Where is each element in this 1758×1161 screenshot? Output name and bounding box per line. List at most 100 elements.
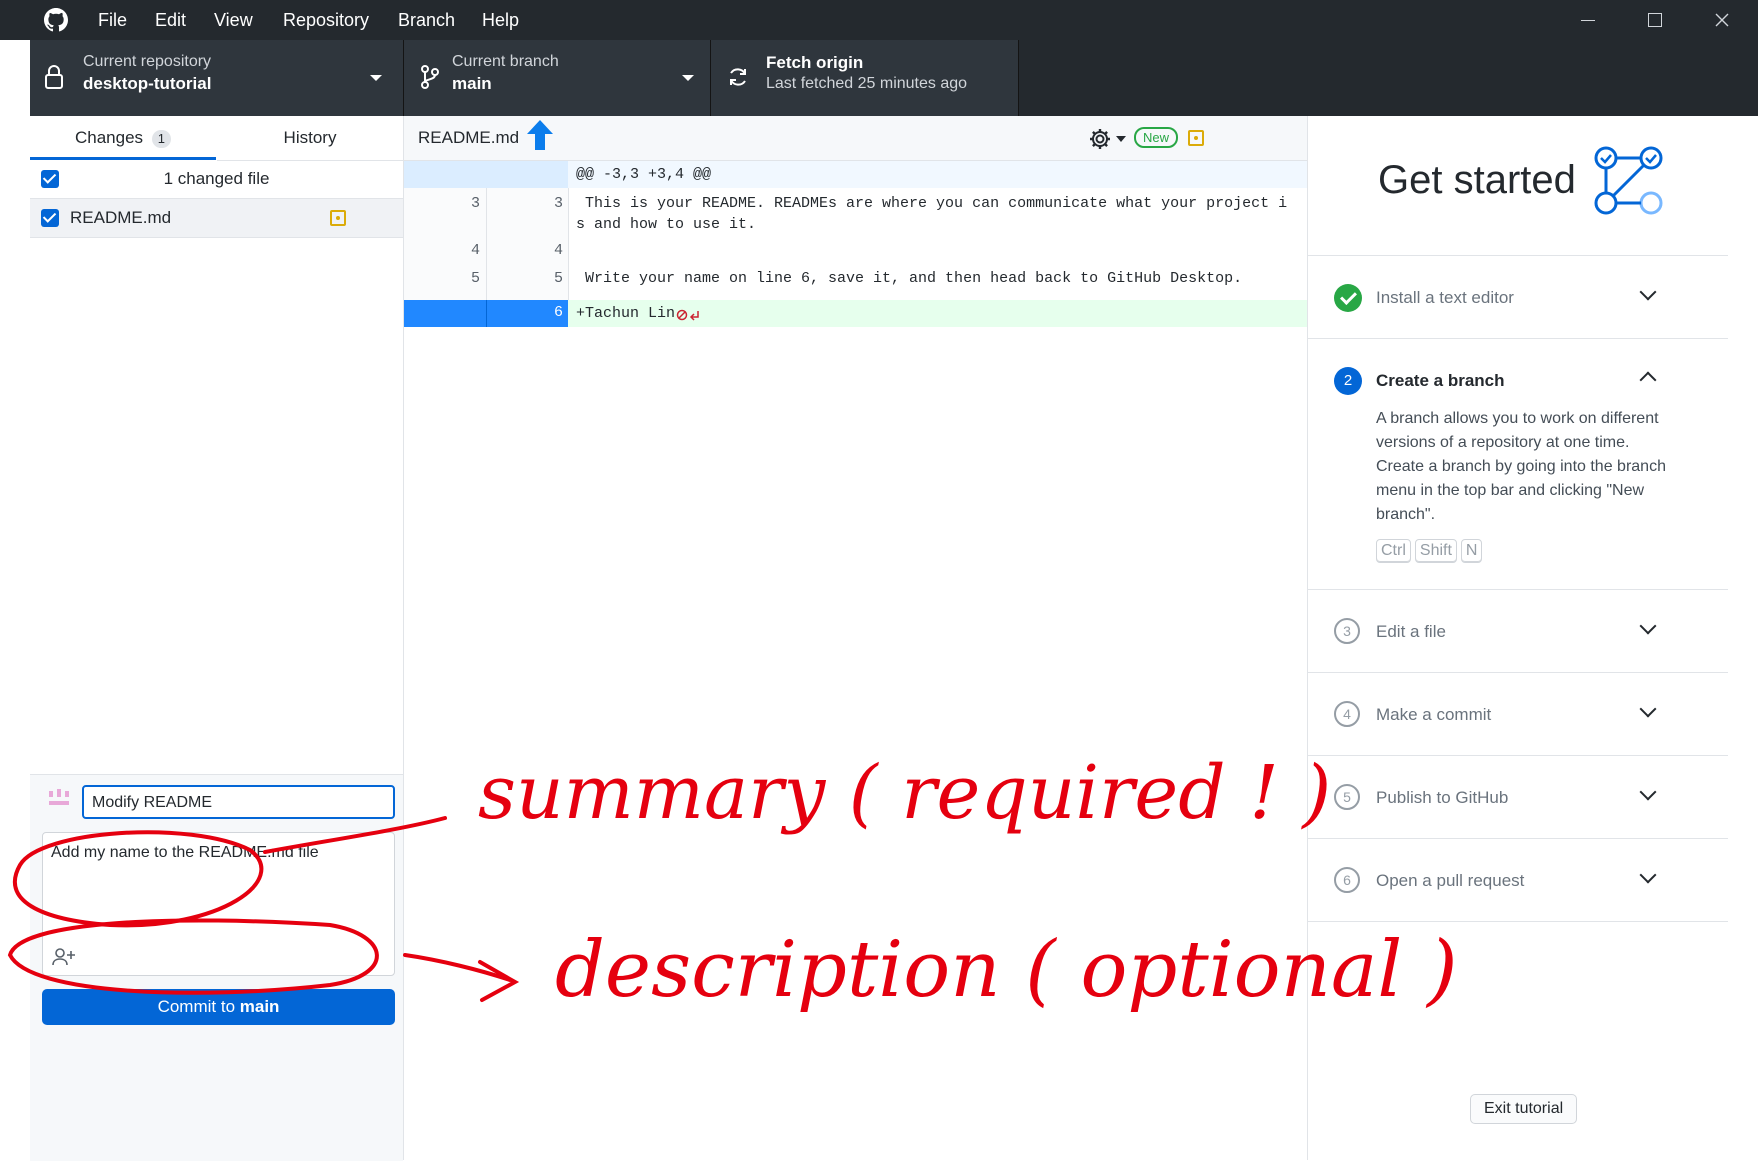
fetch-subtitle: Last fetched 25 minutes ago [766, 75, 968, 92]
modified-icon [330, 210, 346, 226]
chevron-down-icon [1639, 617, 1657, 635]
diff-line: Write your name on line 6, save it, and … [576, 270, 1243, 287]
no-newline-icon [676, 309, 699, 321]
close-button[interactable] [1697, 0, 1747, 40]
kbd-ctrl: Ctrl [1376, 539, 1411, 563]
add-coauthor-icon[interactable] [52, 947, 76, 967]
step-number: 4 [1334, 701, 1360, 727]
step-label: Make a commit [1376, 705, 1492, 724]
kbd-shift: Shift [1414, 539, 1457, 563]
step-label: Install a text editor [1376, 288, 1514, 307]
changes-count-badge: 1 [151, 130, 172, 148]
line-number-old: 3 [470, 195, 480, 212]
tutorial-step-create-branch[interactable]: 2 Create a branch A branch allows you to… [1308, 339, 1728, 590]
tab-changes-label: Changes [74, 128, 144, 147]
summary-input[interactable]: Modify README [82, 785, 395, 819]
dropdown-arrow-icon [370, 75, 382, 81]
step-number: 3 [1334, 618, 1360, 644]
step-number: 5 [1334, 784, 1360, 810]
tutorial-branches-icon [1594, 146, 1663, 215]
step-label: Create a branch [1376, 371, 1505, 390]
line-number-old: 5 [470, 270, 480, 287]
diff-line: This is your README. READMEs are where y… [576, 195, 1288, 212]
minimize-button[interactable] [1563, 0, 1613, 40]
tab-history-label: History [283, 128, 337, 147]
fetch-origin-button[interactable]: Fetch origin Last fetched 25 minutes ago [711, 40, 1019, 116]
commit-button-branch: main [239, 997, 280, 1016]
lock-icon [45, 65, 63, 89]
line-number-new: 3 [553, 195, 563, 212]
commit-button[interactable]: Commit to main [42, 989, 395, 1025]
branch-label: Current branch [452, 53, 559, 70]
hunk-expander[interactable] [404, 161, 568, 188]
step-label: Edit a file [1376, 622, 1446, 641]
branch-icon [421, 65, 439, 89]
tutorial-step-make-commit[interactable]: 4 Make a commit [1308, 673, 1728, 756]
step-label: Open a pull request [1376, 871, 1525, 890]
tutorial-step-install-editor[interactable]: Install a text editor [1308, 256, 1728, 339]
minimize-icon [1581, 19, 1595, 21]
chevron-up-icon [1639, 371, 1657, 389]
tutorial-title: Get started [1378, 158, 1576, 202]
hunk-header: @@ -3,3 +3,4 @@ [576, 166, 712, 183]
maximize-icon [1648, 13, 1662, 27]
chevron-down-icon [1639, 283, 1657, 301]
avatar [44, 785, 74, 815]
diff-added-line: +Tachun Lin [576, 305, 676, 322]
description-value: Add my name to the README.md file [51, 844, 319, 861]
line-number-new: 6 [553, 304, 563, 321]
chevron-down-icon [1639, 866, 1657, 884]
check-circle-icon [1334, 284, 1362, 312]
menu-view[interactable]: View [214, 0, 253, 40]
branch-value: main [452, 74, 492, 93]
menu-edit[interactable]: Edit [155, 0, 186, 40]
menu-help[interactable]: Help [482, 0, 519, 40]
step-number-active: 2 [1334, 367, 1362, 395]
tutorial-step-publish[interactable]: 5 Publish to GitHub [1308, 756, 1728, 839]
modified-icon [1188, 130, 1204, 146]
dropdown-arrow-icon [682, 75, 694, 81]
current-branch-button[interactable]: Current branch main [404, 40, 711, 116]
diff-file-name: README.md [418, 128, 520, 147]
description-annotation: description ( optional ) [555, 925, 1458, 1015]
summary-value: Modify README [92, 794, 213, 811]
step-description: A branch allows you to work on different… [1376, 410, 1666, 523]
file-list-item[interactable]: README.md [30, 199, 403, 238]
line-number-new: 4 [553, 242, 563, 259]
changed-files-header: 1 changed file [30, 160, 403, 199]
gear-icon[interactable] [1088, 127, 1112, 151]
changed-files-count: 1 changed file [163, 169, 270, 188]
file-checkbox[interactable] [41, 209, 59, 227]
github-logo-icon [44, 8, 68, 32]
diff-header: README.md New [404, 116, 1307, 161]
menu-repository[interactable]: Repository [283, 0, 369, 40]
commit-button-prefix: Commit to [157, 997, 240, 1016]
file-name: README.md [70, 208, 172, 227]
diff-line-wrap: s and how to use it. [576, 216, 757, 233]
arrow-up-icon [527, 120, 553, 150]
exit-tutorial-button[interactable]: Exit tutorial [1470, 1094, 1578, 1124]
chevron-down-icon [1639, 700, 1657, 718]
title-bar: File Edit View Repository Branch Help [0, 0, 1758, 40]
tab-history[interactable]: History [217, 116, 403, 161]
tutorial-step-pull-request[interactable]: 6 Open a pull request [1308, 839, 1728, 922]
tab-changes[interactable]: Changes 1 [30, 116, 216, 160]
sync-icon [730, 68, 746, 86]
added-line-row[interactable]: 6 +Tachun Lin [404, 300, 1307, 327]
keyboard-shortcut: Ctrl Shift N [1376, 539, 1486, 563]
maximize-button[interactable] [1630, 0, 1680, 40]
menu-branch[interactable]: Branch [398, 0, 455, 40]
tutorial-step-edit-file[interactable]: 3 Edit a file [1308, 590, 1728, 673]
caret-down-icon[interactable] [1116, 136, 1126, 142]
repo-label: Current repository [83, 53, 212, 70]
line-number-new: 5 [553, 270, 563, 287]
repo-value: desktop-tutorial [83, 74, 212, 93]
fetch-label: Fetch origin [766, 53, 864, 72]
current-repository-button[interactable]: Current repository desktop-tutorial [30, 40, 404, 116]
changes-sidebar: Changes 1 History 1 changed file README.… [30, 116, 404, 1161]
description-textarea[interactable]: Add my name to the README.md file [42, 832, 395, 976]
kbd-n: N [1460, 539, 1483, 563]
close-icon [1715, 13, 1729, 27]
hunk-header-row: @@ -3,3 +3,4 @@ [404, 161, 1307, 188]
menu-file[interactable]: File [98, 0, 127, 40]
